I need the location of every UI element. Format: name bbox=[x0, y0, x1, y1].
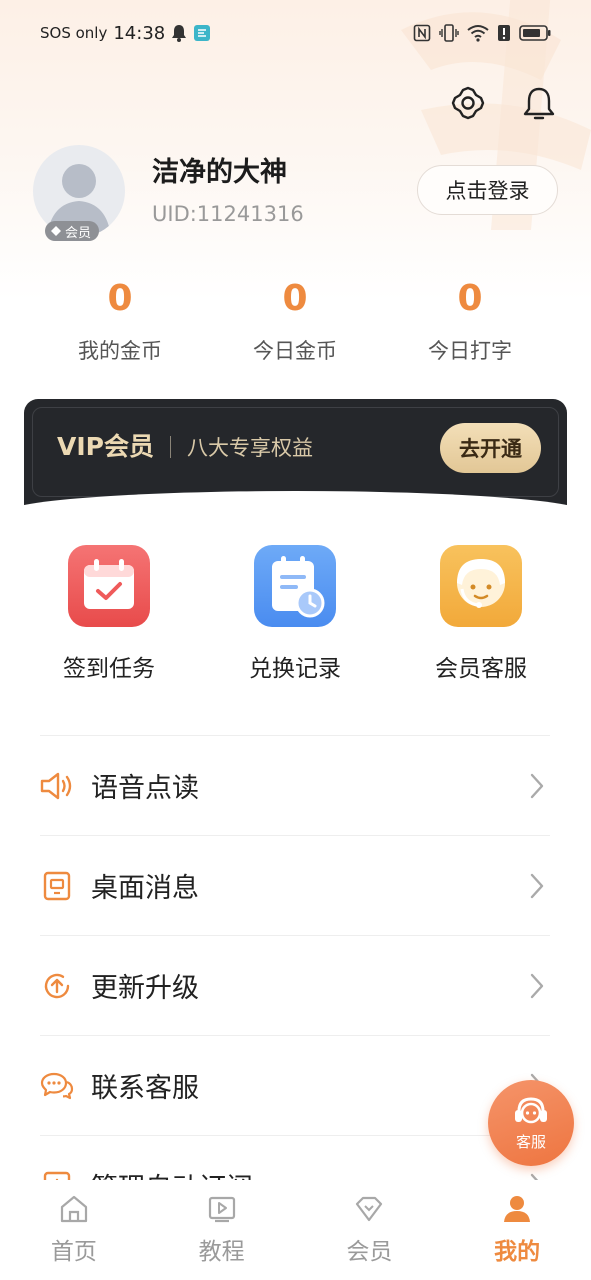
record-clock-icon bbox=[254, 545, 336, 627]
tab-label: 教程 bbox=[198, 1239, 245, 1265]
clock-time: 14:38 bbox=[113, 22, 166, 44]
speaker-icon bbox=[40, 769, 74, 803]
menu-item-label: 桌面消息 bbox=[91, 873, 199, 904]
update-icon bbox=[40, 969, 74, 1003]
login-button[interactable]: 点击登录 bbox=[417, 165, 558, 215]
vip-title: VIP会员 bbox=[57, 432, 154, 461]
menu-item-label: 语音点读 bbox=[91, 773, 199, 804]
calendar-check-icon bbox=[68, 545, 150, 627]
quick-action-label: 会员客服 bbox=[435, 656, 527, 682]
stat-label: 今日金币 bbox=[253, 339, 337, 363]
bell-icon bbox=[172, 25, 187, 42]
avatar[interactable]: 会员 bbox=[33, 145, 125, 241]
chevron-right-icon bbox=[530, 873, 544, 899]
vibrate-icon bbox=[439, 24, 459, 42]
message-box-icon bbox=[40, 869, 74, 903]
stat-value: 0 bbox=[282, 278, 308, 319]
tab-label: 我的 bbox=[494, 1239, 541, 1265]
tab-tutorial[interactable]: 教程 bbox=[148, 1180, 296, 1280]
user-uid: UID:11241316 bbox=[152, 202, 304, 226]
tab-home[interactable]: 首页 bbox=[0, 1180, 148, 1280]
carrier-text: SOS only bbox=[40, 24, 108, 42]
battery-icon bbox=[519, 25, 551, 41]
header-actions bbox=[451, 86, 555, 122]
quick-action-checkin[interactable]: 签到任务 bbox=[29, 545, 189, 683]
user-name: 洁净的大神 bbox=[152, 157, 287, 188]
headset-icon bbox=[515, 1096, 547, 1123]
support-agent-icon bbox=[440, 545, 522, 627]
tab-member[interactable]: 会员 bbox=[296, 1180, 444, 1280]
vip-subtitle: 八大专享权益 bbox=[187, 436, 313, 460]
stat-value: 0 bbox=[457, 278, 483, 319]
diamond-icon bbox=[51, 226, 61, 236]
app-icon bbox=[194, 25, 211, 41]
stat-today-typing[interactable]: 0 今日打字 bbox=[395, 275, 545, 365]
tab-mine[interactable]: 我的 bbox=[443, 1180, 591, 1280]
stat-value: 0 bbox=[107, 278, 133, 319]
menu-item-contact-support[interactable]: 联系客服 bbox=[40, 1035, 550, 1135]
quick-action-label: 签到任务 bbox=[63, 656, 155, 682]
tab-label: 会员 bbox=[346, 1239, 393, 1265]
vip-banner[interactable]: VIP会员 八大专享权益 去开通 bbox=[24, 399, 567, 511]
menu-item-label: 更新升级 bbox=[91, 973, 199, 1004]
tab-label: 首页 bbox=[50, 1239, 97, 1265]
stat-label: 今日打字 bbox=[428, 339, 512, 363]
alert-icon bbox=[498, 25, 510, 41]
vip-open-button[interactable]: 去开通 bbox=[440, 423, 541, 473]
chevron-right-icon bbox=[530, 773, 544, 799]
menu-item-desktop-message[interactable]: 桌面消息 bbox=[40, 835, 550, 935]
nfc-icon bbox=[413, 24, 431, 42]
bottom-tab-bar: 首页 教程 会员 我的 bbox=[0, 1180, 591, 1280]
quick-action-member-service[interactable]: 会员客服 bbox=[401, 545, 561, 683]
stat-today-coins[interactable]: 0 今日金币 bbox=[220, 275, 370, 365]
menu-item-voice-reading[interactable]: 语音点读 bbox=[40, 735, 550, 835]
chat-bubbles-icon bbox=[40, 1069, 74, 1103]
member-badge-label: 会员 bbox=[65, 225, 92, 241]
member-badge: 会员 bbox=[45, 221, 100, 241]
settings-icon[interactable] bbox=[451, 86, 485, 120]
menu-item-label: 联系客服 bbox=[91, 1073, 199, 1104]
fab-label: 客服 bbox=[515, 1132, 546, 1151]
menu-item-update[interactable]: 更新升级 bbox=[40, 935, 550, 1035]
diamond-heart-icon bbox=[356, 1196, 383, 1222]
wifi-icon bbox=[467, 25, 489, 42]
stat-my-coins[interactable]: 0 我的金币 bbox=[45, 275, 195, 365]
quick-action-exchange-record[interactable]: 兑换记录 bbox=[215, 545, 375, 683]
chevron-right-icon bbox=[530, 973, 544, 999]
customer-service-fab[interactable]: 客服 bbox=[488, 1080, 574, 1166]
quick-action-label: 兑换记录 bbox=[249, 656, 341, 682]
notification-bell-icon[interactable] bbox=[523, 86, 555, 122]
home-icon bbox=[60, 1195, 87, 1223]
stat-label: 我的金币 bbox=[78, 339, 162, 363]
settings-menu: 语音点读 桌面消息 更新升级 联系客服 管理自动订阅 bbox=[40, 735, 550, 1235]
user-icon bbox=[504, 1196, 531, 1222]
play-book-icon bbox=[208, 1196, 235, 1223]
vip-divider bbox=[170, 436, 171, 458]
status-bar: SOS only 14:38 bbox=[0, 0, 591, 66]
